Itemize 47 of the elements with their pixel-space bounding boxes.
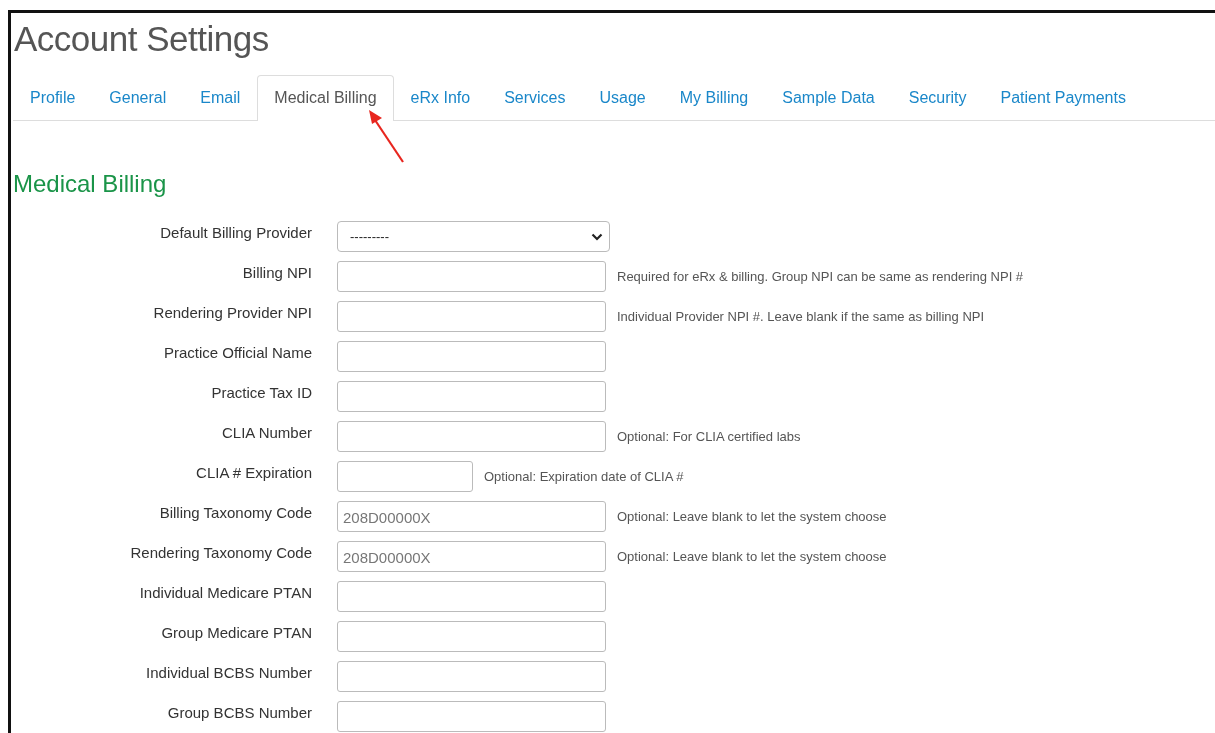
tab[interactable]: Services — [487, 75, 583, 120]
input-field[interactable] — [337, 341, 606, 372]
input-field[interactable] — [337, 381, 606, 412]
help-text: Individual Provider NPI #. Leave blank if the same as billing NPI — [617, 309, 985, 324]
field-label: Rendering Provider NPI — [152, 303, 312, 323]
help-text: Optional: Leave blank to let the system choose — [617, 509, 887, 524]
help-text: Optional: Expiration date of CLIA # — [484, 469, 684, 484]
input-field[interactable]: 208D00000X — [337, 541, 606, 572]
tab[interactable]: eRx Info — [393, 75, 488, 120]
tab[interactable]: General — [92, 75, 184, 120]
tab[interactable]: Medical Billing — [257, 75, 394, 121]
input-field[interactable] — [337, 461, 473, 492]
tab[interactable]: My Billing — [662, 75, 766, 120]
field-label: Rendering Taxonomy Code — [129, 543, 312, 563]
help-text: Required for eRx & billing. Group NPI can be same as rendering NPI # — [617, 269, 1024, 284]
input-field[interactable] — [337, 261, 606, 292]
tab[interactable]: Sample Data — [765, 75, 892, 120]
field-label: Group BCBS Number — [166, 703, 312, 723]
tab[interactable]: Email — [183, 75, 258, 120]
field-label: Group Medicare PTAN — [160, 623, 312, 643]
tab[interactable]: Security — [891, 75, 984, 120]
tab[interactable]: Patient Payments — [983, 75, 1143, 120]
field-label: Practice Official Name — [162, 343, 312, 363]
field-label: Practice Tax ID — [210, 383, 312, 403]
dropdown[interactable]: --------- — [337, 221, 610, 252]
help-text: Optional: For CLIA certified labs — [617, 429, 801, 444]
tab[interactable]: Usage — [582, 75, 663, 120]
input-field[interactable] — [337, 301, 606, 332]
field-label: Individual Medicare PTAN — [138, 583, 312, 603]
field-label: Billing NPI — [241, 263, 312, 283]
section-heading: Medical Billing — [13, 169, 167, 199]
field-label: Individual BCBS Number — [145, 663, 312, 683]
help-text: Optional: Leave blank to let the system choose — [617, 549, 887, 564]
page-title: Account Settings — [13, 18, 270, 60]
annotation-arrow — [367, 108, 407, 164]
input-field[interactable] — [337, 581, 606, 612]
field-label: Default Billing Provider — [159, 223, 312, 243]
tab[interactable]: Profile — [13, 75, 93, 120]
input-field[interactable] — [337, 661, 606, 692]
field-label: CLIA Number — [220, 423, 312, 443]
field-label: Billing Taxonomy Code — [158, 503, 312, 523]
input-field[interactable]: 208D00000X — [337, 501, 606, 532]
input-field[interactable] — [337, 421, 606, 452]
input-field[interactable] — [337, 701, 606, 732]
chevron-down-icon — [591, 232, 603, 241]
input-field[interactable] — [337, 621, 606, 652]
field-label: CLIA # Expiration — [195, 463, 312, 483]
